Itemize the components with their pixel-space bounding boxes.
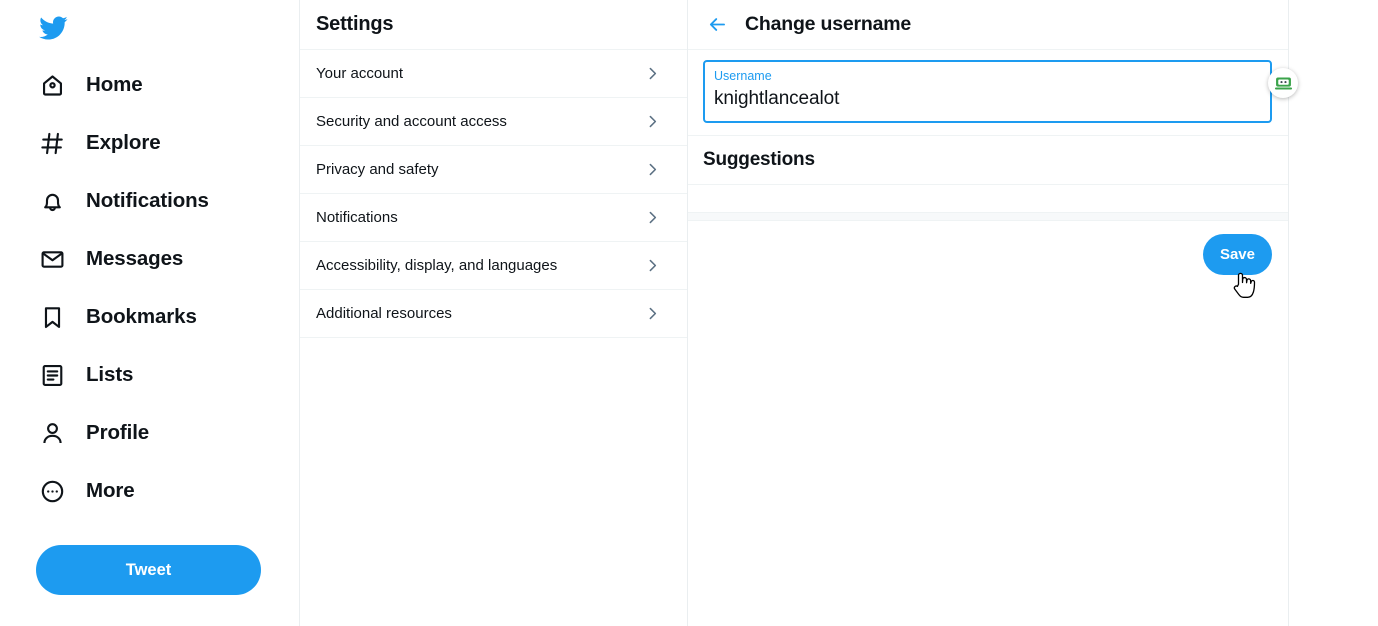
suggestions-title: Suggestions bbox=[703, 149, 815, 170]
sidebar-item-label: Profile bbox=[86, 421, 150, 444]
username-input[interactable]: Username knightlancealot bbox=[703, 60, 1272, 123]
username-field-block: Username knightlancealot bbox=[688, 50, 1298, 135]
envelope-icon bbox=[36, 243, 68, 275]
section-divider bbox=[688, 212, 1288, 221]
sidebar-item-label: Home bbox=[86, 73, 143, 96]
twitter-settings-app: Home Explore Notifications Messages Book… bbox=[0, 0, 1378, 626]
settings-row-label: Additional resources bbox=[316, 305, 452, 322]
settings-row-label: Notifications bbox=[316, 209, 398, 226]
settings-row-label: Privacy and safety bbox=[316, 161, 439, 178]
username-input-value: knightlancealot bbox=[714, 88, 840, 109]
suggestions-empty-list bbox=[688, 184, 1288, 212]
username-field-label: Username bbox=[714, 69, 772, 83]
twitter-bird-icon bbox=[36, 13, 70, 43]
settings-row-additional-resources[interactable]: Additional resources bbox=[300, 290, 687, 338]
settings-row-security-and-account-access[interactable]: Security and account access bbox=[300, 98, 687, 146]
chevron-right-icon bbox=[644, 305, 661, 322]
settings-row-accessibility-display-and-languages[interactable]: Accessibility, display, and languages bbox=[300, 242, 687, 290]
back-button[interactable] bbox=[700, 8, 734, 42]
left-navigation-sidebar: Home Explore Notifications Messages Book… bbox=[0, 0, 300, 626]
sidebar-item-bookmarks[interactable]: Bookmarks bbox=[0, 288, 299, 346]
page-title: Settings bbox=[316, 13, 394, 35]
save-button[interactable]: Save bbox=[1202, 233, 1272, 275]
sidebar-item-label: Messages bbox=[86, 247, 184, 270]
chevron-right-icon bbox=[644, 113, 661, 130]
chevron-right-icon bbox=[644, 209, 661, 226]
chevron-right-icon bbox=[644, 257, 661, 274]
settings-header: Settings bbox=[300, 0, 687, 50]
person-icon bbox=[36, 417, 68, 449]
more-circle-icon bbox=[36, 475, 68, 507]
password-manager-button[interactable] bbox=[1268, 68, 1298, 98]
tweet-button-container: Tweet bbox=[0, 520, 299, 595]
chevron-right-icon bbox=[644, 65, 661, 82]
change-username-panel: Change username Username knightlancealot bbox=[688, 0, 1298, 626]
save-row: Save bbox=[688, 221, 1288, 287]
sidebar-item-more[interactable]: More bbox=[0, 462, 299, 520]
sidebar-item-notifications[interactable]: Notifications bbox=[0, 172, 299, 230]
settings-row-privacy-and-safety[interactable]: Privacy and safety bbox=[300, 146, 687, 194]
sidebar-item-explore[interactable]: Explore bbox=[0, 114, 299, 172]
settings-row-your-account[interactable]: Your account bbox=[300, 50, 687, 98]
sidebar-item-label: Explore bbox=[86, 131, 161, 154]
detail-header: Change username bbox=[688, 0, 1288, 50]
list-icon bbox=[36, 359, 68, 391]
sidebar-item-label: Bookmarks bbox=[86, 305, 197, 328]
bitwarden-robot-icon bbox=[1274, 74, 1293, 93]
arrow-left-icon bbox=[707, 14, 728, 35]
sidebar-item-label: More bbox=[86, 479, 135, 502]
sidebar-nav-list: Home Explore Notifications Messages Book… bbox=[0, 52, 299, 520]
bookmark-icon bbox=[36, 301, 68, 333]
sidebar-item-home[interactable]: Home bbox=[0, 56, 299, 114]
bell-icon bbox=[36, 185, 68, 217]
sidebar-item-lists[interactable]: Lists bbox=[0, 346, 299, 404]
home-icon bbox=[36, 69, 68, 101]
sidebar-item-profile[interactable]: Profile bbox=[0, 404, 299, 462]
settings-row-label: Accessibility, display, and languages bbox=[316, 257, 558, 274]
hashtag-icon bbox=[36, 127, 68, 159]
suggestions-header: Suggestions bbox=[688, 136, 1288, 184]
sidebar-item-label: Lists bbox=[86, 363, 134, 386]
twitter-logo[interactable] bbox=[0, 0, 299, 52]
right-empty-area bbox=[1289, 0, 1378, 626]
settings-row-label: Your account bbox=[316, 65, 404, 82]
settings-row-notifications[interactable]: Notifications bbox=[300, 194, 687, 242]
sidebar-item-label: Notifications bbox=[86, 189, 209, 212]
tweet-button[interactable]: Tweet bbox=[36, 545, 261, 595]
sidebar-item-messages[interactable]: Messages bbox=[0, 230, 299, 288]
settings-row-label: Security and account access bbox=[316, 113, 507, 130]
settings-menu-column: Settings Your account Security and accou… bbox=[300, 0, 688, 626]
chevron-right-icon bbox=[644, 161, 661, 178]
detail-page-title: Change username bbox=[745, 13, 912, 35]
